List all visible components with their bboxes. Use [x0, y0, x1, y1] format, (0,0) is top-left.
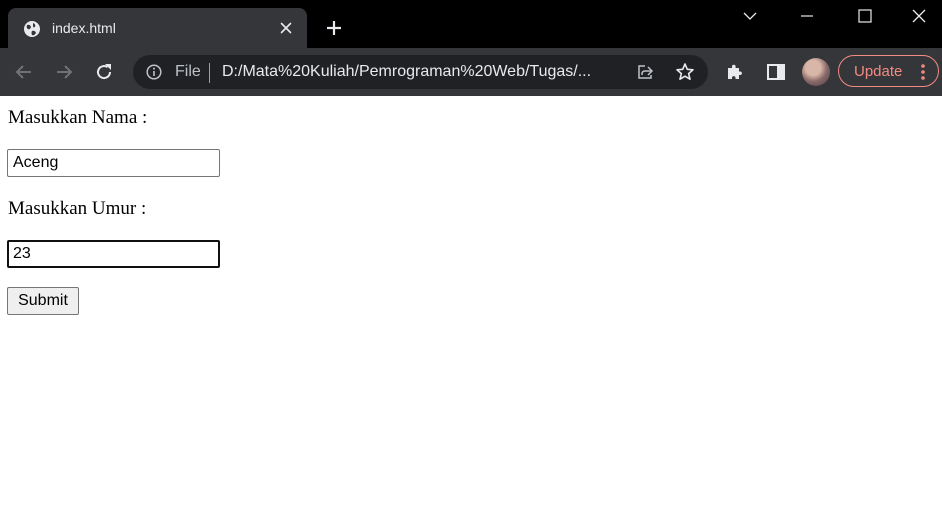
url-text[interactable]: D:/Mata%20Kuliah/Pemrograman%20Web/Tugas… [222, 62, 591, 82]
update-button-label: Update [854, 63, 903, 80]
info-icon[interactable] [146, 64, 162, 80]
maximize-icon [858, 9, 872, 23]
reload-icon[interactable] [94, 62, 114, 82]
back-arrow-icon[interactable] [14, 62, 34, 82]
close-tab-icon[interactable] [278, 20, 294, 36]
minimize-icon [801, 15, 813, 17]
close-window-button[interactable] [896, 0, 942, 32]
name-input[interactable] [7, 149, 220, 177]
name-label: Masukkan Nama : [8, 107, 148, 128]
update-button[interactable]: Update [838, 55, 939, 87]
tab-title: index.html [52, 20, 116, 36]
side-panel-icon[interactable] [766, 62, 786, 82]
globe-icon [24, 21, 40, 37]
maximize-button[interactable] [842, 0, 888, 32]
submit-button[interactable]: Submit [7, 287, 79, 315]
url-scheme-label: File [175, 63, 201, 80]
extensions-puzzle-icon[interactable] [725, 62, 745, 82]
page-content: Masukkan Nama : Masukkan Umur : Submit [0, 96, 942, 506]
tab-search-button[interactable] [727, 0, 773, 32]
age-input[interactable] [7, 240, 220, 268]
address-bar[interactable]: File D:/Mata%20Kuliah/Pemrograman%20Web/… [133, 55, 708, 89]
forward-arrow-icon[interactable] [54, 62, 74, 82]
close-icon [912, 9, 926, 23]
tab-strip: index.html [0, 0, 942, 48]
minimize-button[interactable] [784, 0, 830, 32]
share-icon[interactable] [636, 63, 654, 81]
chevron-down-icon [743, 12, 757, 20]
more-vert-icon[interactable] [919, 63, 927, 81]
profile-avatar[interactable] [802, 58, 830, 86]
browser-tab[interactable]: index.html [8, 8, 307, 48]
browser-toolbar: File D:/Mata%20Kuliah/Pemrograman%20Web/… [0, 48, 942, 96]
address-separator [209, 63, 210, 83]
age-label: Masukkan Umur : [8, 198, 147, 219]
bookmark-star-icon[interactable] [675, 62, 695, 82]
new-tab-icon[interactable] [325, 19, 343, 37]
